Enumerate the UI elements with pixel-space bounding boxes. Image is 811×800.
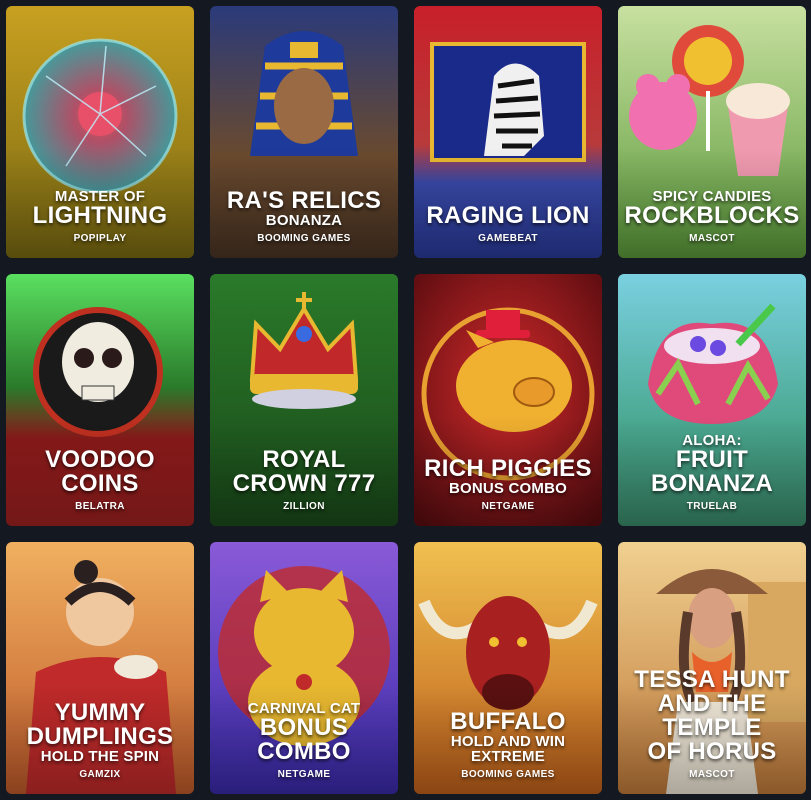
- game-grid: MASTER OF LIGHTNING POPIPLAY RA'S RELICS…: [6, 6, 806, 794]
- game-caption: RA'S RELICS BONANZA BOOMING GAMES: [214, 189, 394, 244]
- game-title-line-2: COMBO: [257, 738, 351, 765]
- provider-label: BOOMING GAMES: [257, 233, 351, 244]
- game-caption: ALOHA: FRUIT BONANZA TRUELAB: [622, 433, 802, 512]
- provider-label: ZILLION: [283, 501, 325, 512]
- provider-label: MASCOT: [689, 769, 735, 780]
- game-tile-carnival-cat-bonus-combo[interactable]: CARNIVAL CAT BONUS COMBO NETGAME: [210, 542, 398, 794]
- game-title: FRUIT: [675, 446, 749, 473]
- game-title: YUMMY: [54, 699, 146, 726]
- title-suffix: HOLD THE SPIN: [40, 748, 160, 765]
- title-suffix: BONANZA: [265, 212, 343, 229]
- game-caption: RICH PIGGIES BONUS COMBO NETGAME: [418, 457, 598, 512]
- game-title-line-2: AND THE: [657, 690, 767, 717]
- game-title: LIGHTNING: [32, 202, 168, 229]
- game-caption: ROYAL CROWN 777 ZILLION: [214, 448, 394, 512]
- game-title: ROYAL: [262, 446, 346, 473]
- provider-label: POPIPLAY: [73, 233, 127, 244]
- provider-label: NETGAME: [277, 769, 331, 780]
- game-caption: YUMMY DUMPLINGS HOLD THE SPIN GAMZIX: [10, 701, 190, 780]
- game-title: ROCKBLOCKS: [624, 202, 800, 229]
- game-tile-aloha-fruit-bonanza[interactable]: ALOHA: FRUIT BONANZA TRUELAB: [618, 274, 806, 526]
- game-tile-royal-crown-777[interactable]: ROYAL CROWN 777 ZILLION: [210, 274, 398, 526]
- game-title: RICH PIGGIES: [424, 455, 592, 482]
- game-tile-spicy-candies-rockblocks[interactable]: SPICY CANDIES ROCKBLOCKS MASCOT: [618, 6, 806, 258]
- game-tile-voodoo-coins[interactable]: VOODOO COINS BELATRA: [6, 274, 194, 526]
- game-title: RA'S RELICS: [226, 187, 382, 214]
- game-tile-yummy-dumplings[interactable]: YUMMY DUMPLINGS HOLD THE SPIN GAMZIX: [6, 542, 194, 794]
- provider-label: TRUELAB: [686, 501, 738, 512]
- game-tile-rich-piggies[interactable]: RICH PIGGIES BONUS COMBO NETGAME: [414, 274, 602, 526]
- game-title-line-2: CROWN 777: [232, 470, 376, 497]
- provider-label: BELATRA: [75, 501, 125, 512]
- provider-label: NETGAME: [481, 501, 535, 512]
- game-title-line-2: DUMPLINGS: [26, 723, 174, 750]
- game-caption: RAGING LION GAMEBEAT: [418, 204, 598, 244]
- provider-label: MASCOT: [689, 233, 735, 244]
- provider-label: GAMZIX: [79, 769, 121, 780]
- game-title: RAGING LION: [426, 202, 590, 229]
- game-caption: SPICY CANDIES ROCKBLOCKS MASCOT: [622, 189, 802, 244]
- title-suffix: BONUS COMBO: [448, 480, 568, 497]
- game-caption: TESSA HUNT AND THE TEMPLE OF HORUS MASCO…: [622, 668, 802, 780]
- game-caption: CARNIVAL CAT BONUS COMBO NETGAME: [214, 701, 394, 780]
- game-tile-ras-relics[interactable]: RA'S RELICS BONANZA BOOMING GAMES: [210, 6, 398, 258]
- title-suffix: HOLD AND WIN: [450, 733, 566, 750]
- game-title-line-4: OF HORUS: [647, 738, 777, 765]
- game-caption: BUFFALO HOLD AND WIN EXTREME BOOMING GAM…: [418, 710, 598, 780]
- game-title: BUFFALO: [450, 708, 566, 735]
- game-caption: MASTER OF LIGHTNING POPIPLAY: [10, 189, 190, 244]
- game-title: TESSA HUNT: [634, 666, 790, 693]
- game-caption: VOODOO COINS BELATRA: [10, 448, 190, 512]
- game-title-line-3: TEMPLE: [662, 714, 762, 741]
- game-tile-master-of-lightning[interactable]: MASTER OF LIGHTNING POPIPLAY: [6, 6, 194, 258]
- provider-label: GAMEBEAT: [478, 233, 538, 244]
- game-title-line-2: COINS: [61, 470, 139, 497]
- game-title: VOODOO: [45, 446, 155, 473]
- game-title: BONUS: [259, 714, 349, 741]
- provider-label: BOOMING GAMES: [461, 769, 555, 780]
- title-suffix-line-2: EXTREME: [471, 748, 545, 765]
- game-title-line-2: BONANZA: [650, 470, 774, 497]
- game-tile-buffalo-hold-and-win-extreme[interactable]: BUFFALO HOLD AND WIN EXTREME BOOMING GAM…: [414, 542, 602, 794]
- game-tile-tessa-hunt-temple-of-horus[interactable]: TESSA HUNT AND THE TEMPLE OF HORUS MASCO…: [618, 542, 806, 794]
- game-tile-raging-lion[interactable]: RAGING LION GAMEBEAT: [414, 6, 602, 258]
